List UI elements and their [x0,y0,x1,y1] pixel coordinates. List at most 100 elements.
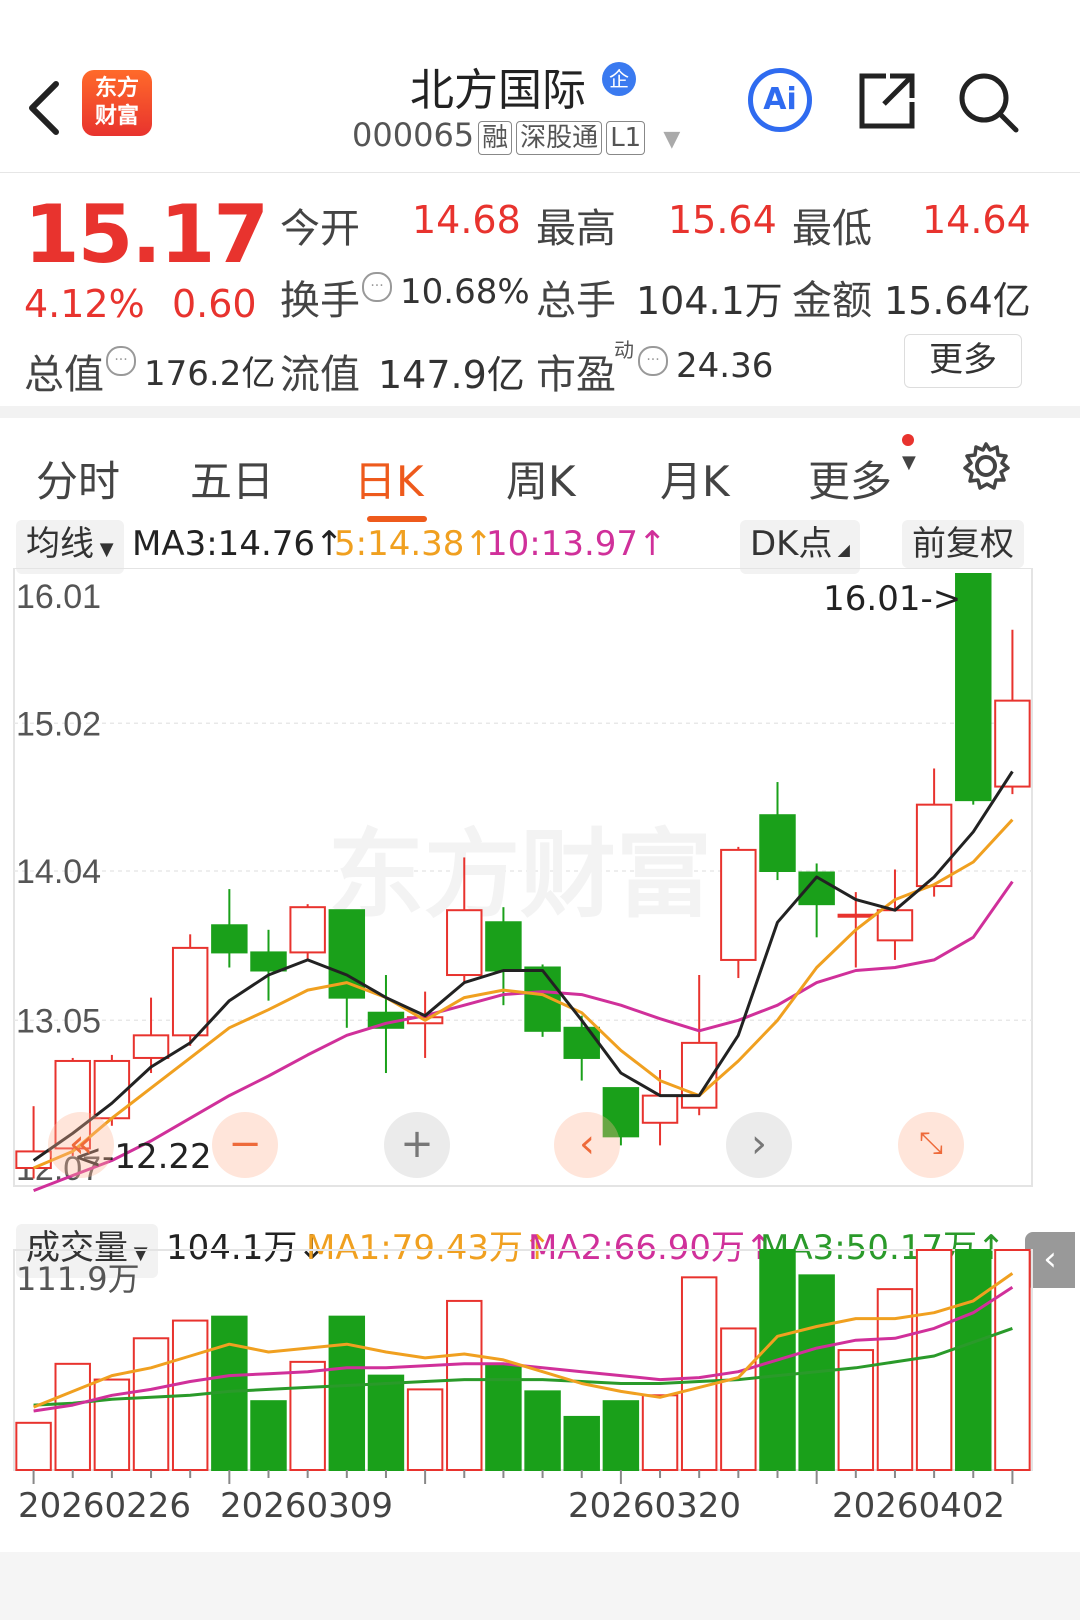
float-cap-value: 147.9亿 [378,353,525,397]
high-value: 15.64 [668,198,777,242]
volume-bar [54,1362,91,1471]
candle-up [132,1034,170,1059]
volume-bar [132,1337,170,1471]
y-tick-label: 16.01 [16,578,101,616]
watermark: 东方财富 [328,819,712,931]
info-icon[interactable]: ··· [106,346,136,376]
mktcap-label: 总值 [24,352,104,398]
candle-down [211,924,248,954]
section-divider [0,406,1080,418]
change-amount: 0.60 [172,282,257,326]
volume-label: 总手 [536,278,616,324]
ma10-text: 10:13.97 [486,524,639,564]
candle-up [171,946,209,1037]
top-bar: 东方 财富 北方国际 企 000065 融深股通 L1 ▼ Ai [0,0,1080,173]
float-cap-label: 流值 [280,352,360,398]
x-date-label: 20260309 [220,1486,394,1526]
volume-value: 104.1万 [636,279,783,323]
volume-bar [446,1299,483,1471]
volume-bar [15,1421,52,1472]
volume-bar [563,1415,600,1471]
candle-down [250,951,287,972]
ma3-text: MA3:14.76 [132,524,316,564]
high-label: 最高 [536,206,616,252]
dk-point-button[interactable]: DK点 ◢ [740,520,860,574]
dk-label: DK点 [750,524,833,564]
current-price: 15.17 [24,188,269,281]
open-value: 14.68 [412,198,521,242]
scroll-left-icon[interactable]: ‹ [554,1112,620,1178]
candle-up [720,848,757,961]
indicator-selector-label: 均线 [26,524,94,564]
amount-label: 金额 [792,278,872,324]
y-tick-label: 14.04 [16,853,101,891]
enterprise-badge: 企 [602,62,636,96]
x-date-label: 20260320 [568,1486,742,1526]
indicator-selector[interactable]: 均线 ▼ [16,520,124,574]
x-date-label: 20260226 [18,1486,192,1526]
adjust-button[interactable]: 前复权 [902,520,1024,568]
more-quote-button[interactable]: 更多 [904,334,1022,388]
stock-code: 000065 [352,116,475,154]
tab-weekly-k[interactable]: 周K [506,448,576,509]
more-caret-icon: ▼ [902,452,916,473]
candle-up [876,909,914,942]
low-value: 14.64 [922,198,1031,242]
candle-up [915,803,953,888]
zoom-out-icon[interactable]: − [212,1112,278,1178]
info-icon[interactable]: ··· [362,272,392,302]
tab-more[interactable]: 更多 [808,448,892,509]
zoom-in-icon[interactable]: + [384,1112,450,1178]
candle-up [446,909,483,977]
open-label: 今开 [280,206,360,252]
candlestick-chart[interactable]: 16.0115.0214.0413.0512.07东方财富16.01-><-12… [0,568,1080,1198]
change-percent: 4.12% [24,282,145,326]
ma10-value: 10:13.97↑ [486,524,667,564]
stock-code-row: 000065 融深股通 L1 ▼ [352,116,680,155]
share-icon[interactable] [856,70,918,132]
candle-up [641,1094,679,1124]
info-icon[interactable]: ··· [638,346,668,376]
tab-daily-k[interactable]: 日K [354,448,424,509]
candle-up [837,913,875,918]
turnover-label: 换手 [280,278,360,324]
volume-bar [289,1360,326,1471]
volume-bar [485,1364,522,1471]
back-icon[interactable] [22,78,66,138]
candle-up [289,906,326,954]
y-tick-label: 13.05 [16,1002,101,1040]
volume-max-label: 111.9万 [16,1260,140,1298]
settings-gear-icon[interactable] [960,440,1012,492]
volume-bar [955,1249,992,1471]
stock-name: 北方国际 [410,65,586,116]
max-price-label: 16.01-> [823,579,961,619]
tag-level: L1 [606,121,646,155]
rewind-icon[interactable]: « [48,1112,114,1178]
ai-button[interactable]: Ai [748,68,812,132]
ma3-value: MA3:14.76↑ [132,524,344,564]
y-tick-label: 15.02 [16,705,101,743]
search-icon[interactable] [956,70,1020,134]
notification-dot [902,434,914,446]
volume-bar [602,1400,640,1472]
tab-five-day[interactable]: 五日 [190,448,274,509]
scroll-right-icon[interactable]: › [726,1112,792,1178]
logo-text-top: 东方 [94,76,139,101]
tab-intraday[interactable]: 分时 [36,448,120,509]
dropdown-icon[interactable]: ▼ [663,127,680,152]
tab-monthly-k[interactable]: 月K [660,448,730,509]
turnover-value: 10.68% [400,272,530,312]
volume-bar [720,1327,757,1471]
tag-connect: 深股通 [516,121,603,155]
mktcap-value: 176.2亿 [144,354,276,394]
fullscreen-icon[interactable]: ⤡ [898,1112,964,1178]
candle-down [485,921,522,972]
ma5-text: 5:14.38 [334,524,465,564]
bottom-spacer [0,1552,1080,1620]
volume-bar [406,1388,444,1472]
volume-bar [328,1315,366,1472]
logo-text-bottom: 财富 [94,104,139,129]
amount-value: 15.64亿 [884,279,1031,323]
volume-bar [915,1249,953,1471]
volume-bar [680,1276,718,1471]
